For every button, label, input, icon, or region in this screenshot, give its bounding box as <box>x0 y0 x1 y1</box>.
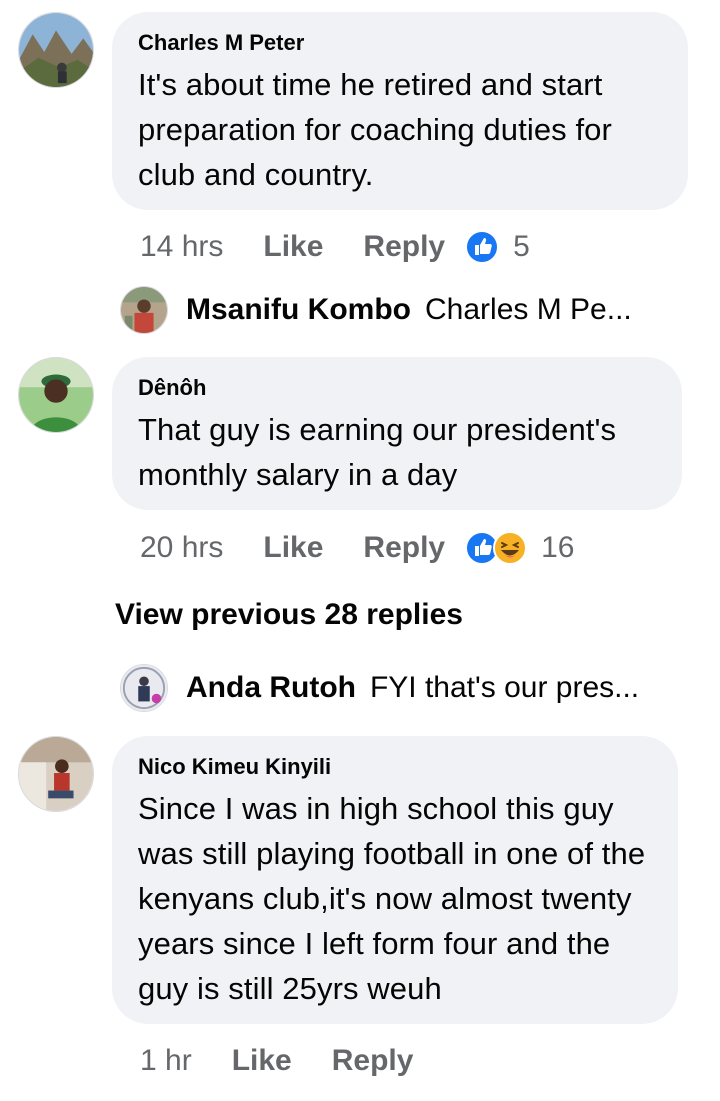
reaction-summary[interactable]: 16 <box>465 531 575 565</box>
comment-bubble: Charles M Peter It's about time he retir… <box>112 12 688 210</box>
avatar-msanifu-kombo[interactable] <box>120 286 168 334</box>
like-button[interactable]: Like <box>263 230 323 264</box>
reply-button[interactable]: Reply <box>332 1044 414 1078</box>
reply-author[interactable]: Msanifu Kombo <box>186 293 411 327</box>
comment-bubble: Nico Kimeu Kinyili Since I was in high s… <box>112 736 678 1024</box>
comment-author[interactable]: Charles M Peter <box>138 30 662 56</box>
avatar-charles-m-peter[interactable] <box>18 12 94 88</box>
comment-actions: 1 hr Like Reply <box>140 1041 453 1081</box>
comment-timestamp[interactable]: 20 hrs <box>140 531 223 565</box>
comment-text: That guy is earning our president's mont… <box>138 412 617 492</box>
reply-snippet: FYI that's our pres... <box>369 671 640 704</box>
comment-timestamp[interactable]: 1 hr <box>140 1044 192 1078</box>
comment-timestamp[interactable]: 14 hrs <box>140 230 223 264</box>
reaction-count: 5 <box>513 230 530 263</box>
avatar-image <box>19 358 93 432</box>
reaction-count: 16 <box>541 531 575 564</box>
reply-preview[interactable]: Msanifu Kombo Charles M Pe... <box>120 284 632 336</box>
like-reaction-icon <box>465 230 500 264</box>
avatar-denoh[interactable] <box>18 357 94 433</box>
reply-snippet: Charles M Pe... <box>425 293 632 326</box>
reaction-summary[interactable]: 5 <box>465 230 530 264</box>
avatar-image <box>121 287 167 333</box>
avatar-image <box>19 737 93 811</box>
reply-button[interactable]: Reply <box>363 531 445 565</box>
like-button[interactable]: Like <box>263 531 323 565</box>
reply-author[interactable]: Anda Rutoh <box>186 671 356 705</box>
like-button[interactable]: Like <box>232 1044 292 1078</box>
comment-actions: 14 hrs Like Reply 5 <box>140 227 530 267</box>
avatar-anda-rutoh[interactable] <box>120 664 168 712</box>
reply-preview[interactable]: Anda Rutoh FYI that's our pres... <box>120 662 639 714</box>
avatar-nico-kimeu-kinyili[interactable] <box>18 736 94 812</box>
comment-author[interactable]: Dênôh <box>138 375 656 401</box>
comment-text: Since I was in high school this guy was … <box>138 791 646 1006</box>
comment-actions: 20 hrs Like Reply 16 <box>140 528 575 568</box>
avatar-image <box>121 665 167 711</box>
comment-bubble: Dênôh That guy is earning our president'… <box>112 357 682 510</box>
comment-text: It's about time he retired and start pre… <box>138 67 612 192</box>
reply-button[interactable]: Reply <box>363 230 445 264</box>
haha-reaction-icon <box>493 531 528 565</box>
comment-author[interactable]: Nico Kimeu Kinyili <box>138 754 652 780</box>
view-previous-replies-link[interactable]: View previous 28 replies <box>115 598 463 632</box>
avatar-image <box>19 13 93 87</box>
